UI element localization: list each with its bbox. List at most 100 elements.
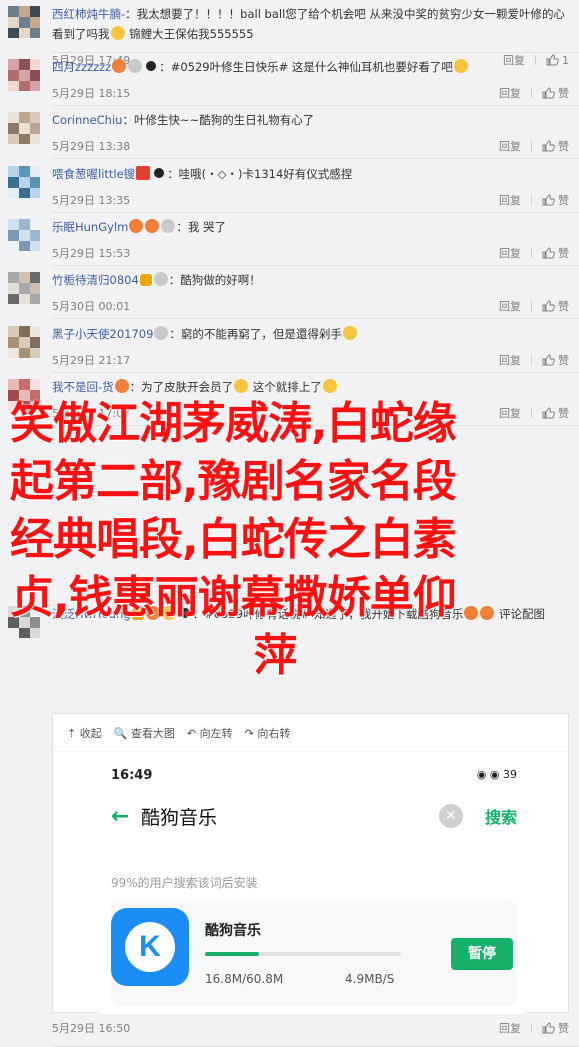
back-arrow-icon: ← [111, 803, 130, 829]
like-button[interactable]: 赞 [542, 138, 569, 154]
collapse-button[interactable]: ⇡ 收起 [67, 725, 102, 741]
comment-text: 黑子小天使201709 ：窮的不能再窮了，但是還得剁手 [52, 324, 569, 344]
emoji-icon [145, 219, 160, 233]
download-size: 16.8M/60.8M [205, 972, 284, 986]
like-button[interactable]: 赞 [542, 192, 569, 208]
overlay-line: 萍 [253, 630, 298, 681]
divider [531, 248, 532, 258]
divider [531, 88, 532, 98]
phone-screenshot: 16:49 ◉ ◉ 39 ← 酷狗音乐 ✕ 搜索 99%的用户搜索该词后安装 K… [97, 752, 527, 1014]
username-link[interactable]: 我不是回-货 [52, 380, 114, 394]
divider [531, 1023, 532, 1033]
comment-text: 四月zzzzzz ：#0529叶修生日快乐# 这是什么神仙耳机也要好看了吧 [52, 57, 569, 77]
comment-actions: 回复 赞 [499, 298, 569, 314]
emoji-icon [136, 166, 151, 180]
comment-actions: 回复 赞 [499, 192, 569, 208]
comment-text: 我不是回-货 ：为了皮肤开会员了 这个就排上了 [52, 377, 569, 397]
comment-actions: 回复 赞 [499, 138, 569, 154]
overlay-line: 起第二部,豫剧名家名段 [10, 456, 457, 507]
emoji-icon [110, 26, 125, 40]
username-link[interactable]: 西红柿炖牛腩- [52, 7, 125, 21]
reply-button[interactable]: 回复 [499, 245, 521, 261]
reply-button[interactable]: 回复 [499, 192, 521, 208]
reply-button[interactable]: 回复 [499, 352, 521, 368]
like-count: 赞 [558, 300, 569, 313]
like-button[interactable]: 赞 [542, 298, 569, 314]
thumbs-up-icon [542, 300, 555, 312]
username-link[interactable]: CorinneChiu [52, 113, 122, 127]
thumbs-up-icon [542, 140, 555, 152]
emoji-icon [144, 59, 159, 73]
like-button[interactable]: 赞 [542, 1020, 569, 1036]
comment-body: ：酷狗做的好啊！ [168, 273, 261, 287]
avatar[interactable] [8, 166, 40, 198]
kugou-logo-icon: K [111, 908, 189, 986]
comment-body: ：#0529叶修生日快乐# 这是什么神仙耳机也要好看了吧 [159, 60, 453, 74]
emoji-icon [153, 272, 168, 286]
comment-text: 乐眠HunGylm ：我 哭了 [52, 217, 569, 237]
emoji-icon [152, 166, 167, 180]
status-icons: ◉ ◉ 39 [476, 768, 517, 781]
search-input: 酷狗音乐 [141, 806, 218, 829]
like-button[interactable]: 赞 [542, 85, 569, 101]
like-count: 赞 [558, 1022, 569, 1035]
avatar[interactable] [8, 59, 40, 91]
thumbs-up-icon [542, 87, 555, 99]
search-hint: 99%的用户搜索该词后安装 [111, 876, 258, 890]
username-link[interactable]: 喂食葱喔little锼 [52, 167, 135, 181]
divider [531, 141, 532, 151]
video-title-overlay: 笑傲江湖茅威涛,白蛇缘 起第二部,豫剧名家名段 经典唱段,白蛇传之白素 贞,钱惠… [10, 395, 570, 685]
like-count: 赞 [558, 354, 569, 367]
thumbs-up-icon [542, 1022, 555, 1034]
username-link[interactable]: 竹栀待清归0804 [52, 273, 139, 287]
comment-body: ：叶修生快~~酷狗的生日礼物有心了 [122, 113, 315, 127]
avatar[interactable] [8, 272, 40, 304]
username-link[interactable]: 四月zzzzzz [52, 60, 111, 74]
comment-body: 这个就排上了 [249, 380, 322, 394]
comment-time: 5月29日 18:15 [52, 87, 131, 100]
view-large-button[interactable]: 🔍 查看大图 [114, 725, 175, 741]
avatar[interactable] [8, 6, 40, 38]
avatar[interactable] [8, 326, 40, 358]
comment-actions: 回复 赞 [499, 245, 569, 261]
overlay-line: 经典唱段,白蛇传之白素 [10, 514, 457, 565]
username-link[interactable]: 乐眠HunGylm [52, 220, 128, 234]
rotate-right-button[interactable]: ↷ 向右转 [245, 725, 291, 741]
avatar[interactable] [8, 219, 40, 251]
emoji-icon [129, 219, 144, 233]
username-link[interactable]: 黑子小天使201709 [52, 327, 153, 341]
like-count: 赞 [558, 87, 569, 100]
thumbs-up-icon [542, 354, 555, 366]
reply-button[interactable]: 回复 [499, 138, 521, 154]
emoji-icon [322, 379, 337, 393]
reply-button[interactable]: 回复 [499, 85, 521, 101]
divider [531, 195, 532, 205]
comment-text: CorinneChiu：叶修生快~~酷狗的生日礼物有心了 [52, 110, 569, 130]
comment-text: 西红柿炖牛腩-：我太想要了！！！！ball ball您了给个机会吧 从来没中奖的… [52, 4, 569, 44]
comment-time: 5月29日 16:50 [52, 1022, 131, 1035]
avatar[interactable] [8, 112, 40, 144]
emoji-icon [114, 379, 129, 393]
overlay-line: 贞,钱惠丽谢幕撒娇单仰 [10, 572, 457, 623]
emoji-icon [161, 219, 176, 233]
divider [52, 105, 579, 106]
reply-button[interactable]: 回复 [499, 1020, 521, 1036]
rotate-left-button[interactable]: ↶ 向左转 [187, 725, 233, 741]
clear-icon: ✕ [438, 804, 463, 828]
comment-text: 喂食葱喔little锼 ：哇哦(・◇・)卡1314好有仪式感捏 [52, 164, 569, 184]
download-progress [205, 952, 401, 956]
search-bar: ← 酷狗音乐 ✕ 搜索 [111, 797, 517, 835]
comment-body: ：哇哦(・◇・)卡1314好有仪式感捏 [167, 167, 353, 181]
emoji-icon [234, 379, 249, 393]
divider [52, 372, 579, 373]
comment-body: ：为了皮肤开会员了 [129, 380, 234, 394]
pause-button: 暂停 [451, 938, 513, 970]
comment-attached-image[interactable]: ⇡ 收起 🔍 查看大图 ↶ 向左转 ↷ 向右转 16:49 ◉ ◉ 39 ← 酷… [52, 713, 569, 1014]
comment-actions: 回复 赞 [499, 1020, 569, 1036]
reply-button[interactable]: 回复 [499, 298, 521, 314]
emoji-icon [128, 59, 143, 73]
comment-body: 锦鲤大王保佑我555555 [125, 27, 254, 41]
comment-text: 竹栀待清归0804 ：酷狗做的好啊！ [52, 270, 569, 290]
like-button[interactable]: 赞 [542, 245, 569, 261]
like-button[interactable]: 赞 [542, 352, 569, 368]
